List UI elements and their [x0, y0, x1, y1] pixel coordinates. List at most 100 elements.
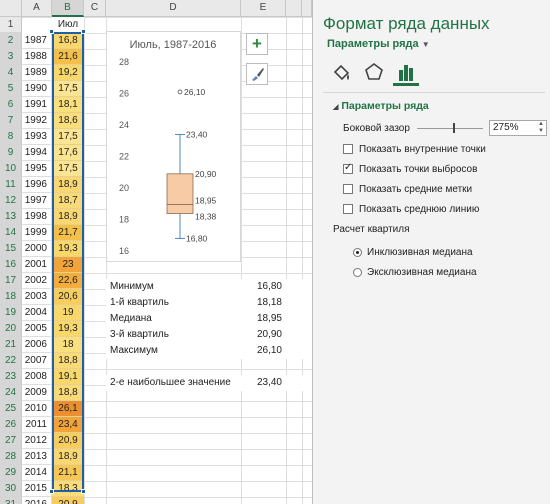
spreadsheet[interactable]: A B C D E 1 2 3 4 5 6 7 8 9 10 11 12 13 14 15 16 17 18 19 2… [0, 0, 312, 504]
chart-elements-button[interactable]: + [246, 33, 268, 55]
row-header[interactable]: 16 [0, 257, 22, 273]
show-mean-markers-checkbox[interactable] [343, 184, 353, 194]
year-cell[interactable]: 1989 [22, 65, 52, 81]
gap-width-input[interactable]: 275% ▲ ▼ [489, 120, 547, 136]
row-header[interactable]: 26 [0, 417, 22, 433]
row-header[interactable]: 11 [0, 177, 22, 193]
year-cell[interactable]: 1988 [22, 49, 52, 65]
year-cell[interactable]: 2001 [22, 257, 52, 273]
year-cell[interactable]: 2013 [22, 449, 52, 465]
july-value-cell[interactable]: 23 [52, 257, 84, 273]
july-value-cell[interactable]: 22,6 [52, 273, 84, 289]
july-value-cell[interactable]: 26,1 [52, 401, 84, 417]
year-cell[interactable]: 2003 [22, 289, 52, 305]
row-header[interactable]: 12 [0, 193, 22, 209]
show-outliers-checkbox[interactable] [343, 162, 353, 174]
selection-handle[interactable] [81, 29, 86, 34]
column-header-g[interactable] [302, 0, 312, 17]
box-plot-chart[interactable]: Июль, 1987-2016 16 18 20 22 24 26 28 26,10 23,40… [106, 31, 241, 262]
july-value-cell[interactable]: 18,8 [52, 385, 84, 401]
series-options-dropdown[interactable]: Параметры ряда ▼ [327, 38, 430, 50]
row-header[interactable]: 31 [0, 497, 22, 504]
row-header[interactable]: 27 [0, 433, 22, 449]
row-header[interactable]: 10 [0, 161, 22, 177]
show-mean-line-checkbox[interactable] [343, 204, 353, 214]
stat-row[interactable]: 3-й квартиль 20,90 [106, 327, 312, 343]
effects-tab[interactable] [361, 60, 387, 86]
july-value-cell[interactable]: 18,7 [52, 193, 84, 209]
year-cell[interactable]: 2015 [22, 481, 52, 497]
column-header-f[interactable] [286, 0, 302, 17]
july-value-cell[interactable]: 21,6 [52, 49, 84, 65]
row-header[interactable]: 4 [0, 65, 22, 81]
format-data-series-pane[interactable]: Формат ряда данных Параметры ряда ▼ ◢ Па… [312, 0, 550, 504]
year-cell[interactable]: 2012 [22, 433, 52, 449]
stat-row[interactable]: Минимум 16,80 [106, 279, 312, 295]
header-cell-july[interactable]: Июл [52, 17, 84, 33]
row-header[interactable]: 20 [0, 321, 22, 337]
stat-row[interactable]: Медиана 18,95 [106, 311, 312, 327]
july-value-cell[interactable]: 19,1 [52, 369, 84, 385]
row-header[interactable]: 23 [0, 369, 22, 385]
year-cell[interactable]: 2014 [22, 465, 52, 481]
july-value-cell[interactable]: 17,5 [52, 161, 84, 177]
year-cell[interactable]: 1995 [22, 161, 52, 177]
year-cell[interactable]: 2016 [22, 497, 52, 504]
row-header[interactable]: 8 [0, 129, 22, 145]
july-value-cell[interactable]: 19,3 [52, 241, 84, 257]
july-value-cell[interactable]: 18,3 [52, 481, 84, 497]
july-value-cell[interactable]: 21,1 [52, 465, 84, 481]
row-header[interactable]: 2 [0, 33, 22, 49]
column-header-a[interactable]: A [22, 0, 52, 17]
row-header[interactable]: 17 [0, 273, 22, 289]
year-cell[interactable]: 2011 [22, 417, 52, 433]
july-value-cell[interactable]: 20,6 [52, 289, 84, 305]
july-value-cell[interactable]: 18,9 [52, 209, 84, 225]
row-header[interactable]: 30 [0, 481, 22, 497]
july-value-cell[interactable]: 19 [52, 305, 84, 321]
year-cell[interactable]: 1992 [22, 113, 52, 129]
row-header[interactable]: 5 [0, 81, 22, 97]
row-header[interactable]: 29 [0, 465, 22, 481]
year-cell[interactable]: 2008 [22, 369, 52, 385]
july-value-cell[interactable]: 18,1 [52, 97, 84, 113]
series-options-tab[interactable] [393, 60, 419, 86]
spinner-arrows-icon[interactable]: ▲ ▼ [536, 121, 546, 135]
fill-line-tab[interactable] [329, 60, 355, 86]
year-cell[interactable]: 1997 [22, 193, 52, 209]
selection-handle[interactable] [49, 489, 54, 494]
july-value-cell[interactable]: 18 [52, 337, 84, 353]
july-value-cell[interactable]: 17,5 [52, 81, 84, 97]
year-cell[interactable]: 1998 [22, 209, 52, 225]
select-all-corner[interactable] [0, 0, 22, 17]
row-header[interactable]: 15 [0, 241, 22, 257]
july-value-cell[interactable]: 20,9 [52, 433, 84, 449]
july-value-cell[interactable]: 21,7 [52, 225, 84, 241]
row-header[interactable]: 6 [0, 97, 22, 113]
row-header[interactable]: 28 [0, 449, 22, 465]
july-value-cell[interactable]: 17,6 [52, 145, 84, 161]
exclusive-median-radio[interactable] [353, 268, 362, 277]
column-header-d[interactable]: D [106, 0, 241, 17]
column-header-c[interactable]: C [84, 0, 106, 17]
row-header[interactable]: 18 [0, 289, 22, 305]
year-cell[interactable]: 1991 [22, 97, 52, 113]
slider-thumb[interactable] [453, 123, 455, 133]
row-header[interactable]: 1 [0, 17, 22, 33]
stat-row[interactable]: Максимум 26,10 [106, 343, 312, 359]
row-header[interactable]: 25 [0, 401, 22, 417]
year-cell[interactable]: 1990 [22, 81, 52, 97]
chart-styles-button[interactable] [246, 63, 268, 85]
july-value-cell[interactable]: 18,8 [52, 353, 84, 369]
july-value-cell[interactable]: 18,6 [52, 113, 84, 129]
section-header[interactable]: ◢ Параметры ряда [333, 100, 429, 112]
column-header-b[interactable]: B [52, 0, 84, 17]
july-value-cell[interactable]: 16,8 [52, 33, 84, 49]
row-header[interactable]: 14 [0, 225, 22, 241]
selection-handle[interactable] [81, 489, 86, 494]
row-header[interactable]: 3 [0, 49, 22, 65]
selection-handle[interactable] [49, 29, 54, 34]
row-header[interactable]: 24 [0, 385, 22, 401]
july-value-cell[interactable]: 19,3 [52, 321, 84, 337]
year-cell[interactable]: 1996 [22, 177, 52, 193]
